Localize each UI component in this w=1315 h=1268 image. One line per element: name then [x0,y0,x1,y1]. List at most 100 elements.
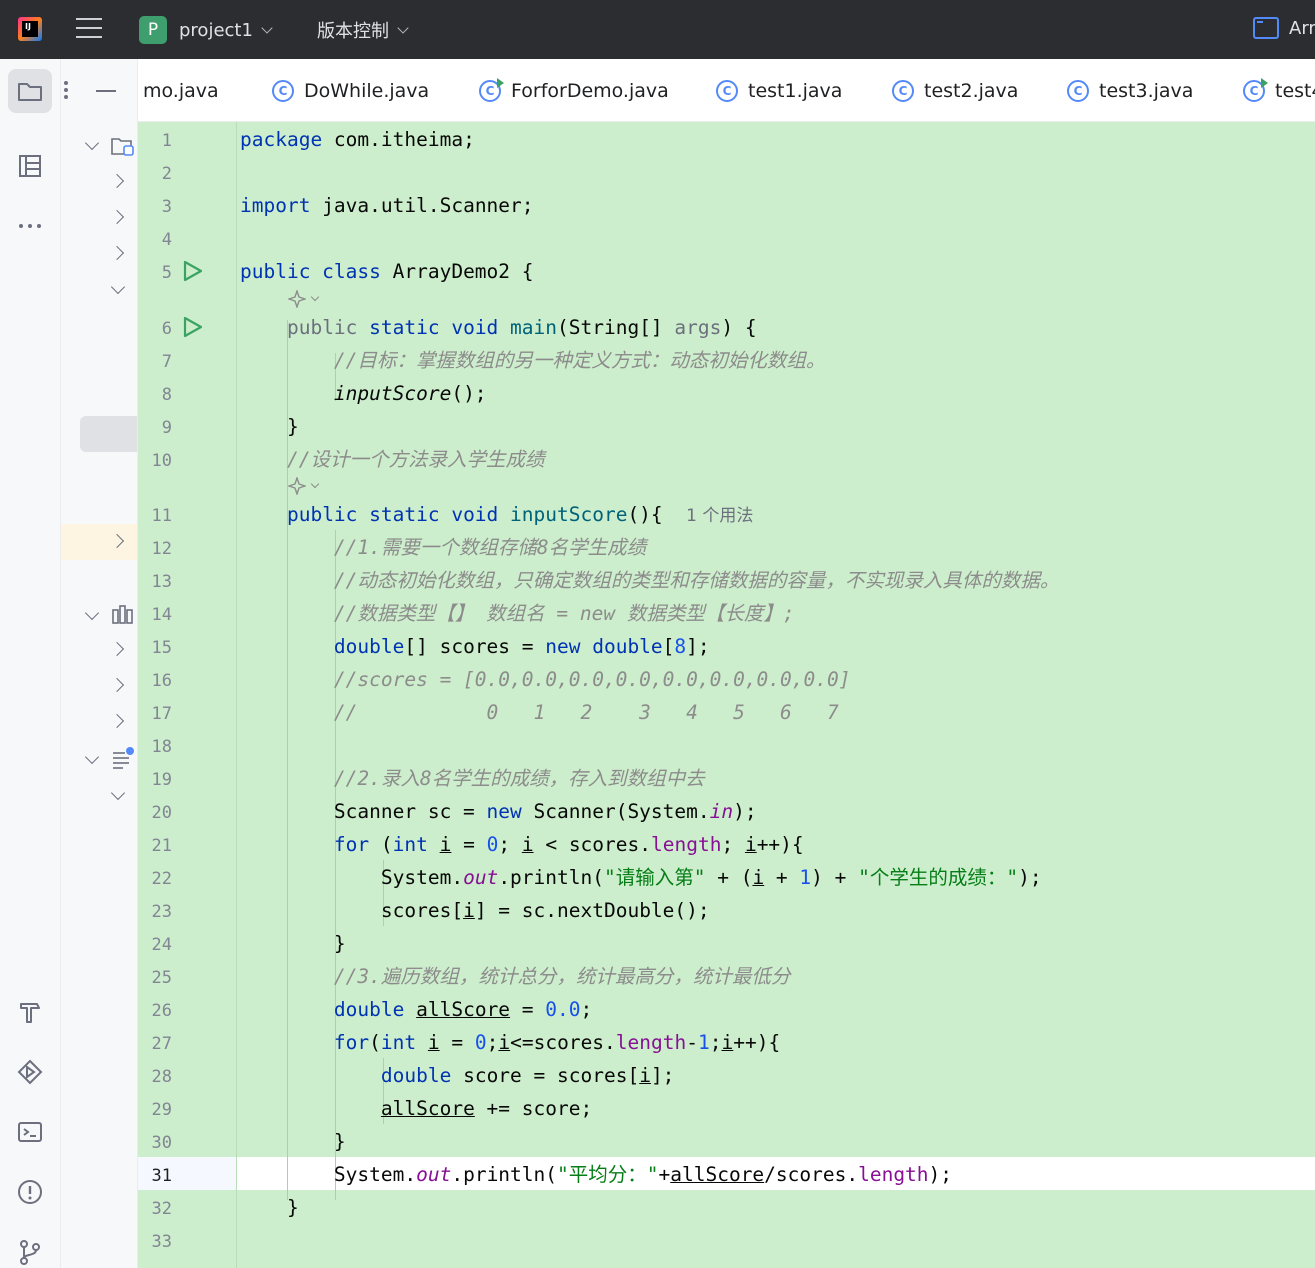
code-line-11[interactable]: public static void inputScore(){ 1 个用法 [240,498,753,531]
code-line-6[interactable]: public static void main(String[] args) { [240,311,757,344]
tab-item[interactable]: C test3.java [1067,77,1193,105]
line-number: 9 [161,418,172,438]
tree-collapse-icon[interactable] [109,245,125,261]
runnable-class-icon: C [1243,78,1268,102]
line-number: 5 [161,263,172,283]
project-panel [61,59,138,1268]
code-line-15[interactable]: double[] scores = new double[8]; [240,630,710,663]
tab-label: test4 [1275,80,1315,102]
code-line-32[interactable]: } [240,1191,299,1224]
line-number: 1 [161,131,172,151]
line-number: 17 [151,704,172,724]
ai-assistant-hint[interactable] [288,474,320,498]
services-tool-button[interactable] [8,1050,52,1094]
code-line-22[interactable]: System.out.println("请输入第" + (i + 1) + "个… [240,861,1042,894]
line-number: 30 [151,1133,172,1153]
tree-collapse-icon[interactable] [109,209,125,225]
line-number: 12 [151,539,172,559]
tab-item[interactable]: C DoWhile.java [272,77,429,105]
tree-expand-icon[interactable] [84,135,100,151]
line-number: 15 [151,638,172,658]
run-main-icon[interactable] [182,316,204,338]
code-line-31[interactable]: System.out.println("平均分："+allScore/score… [240,1158,952,1191]
line-number: 28 [151,1067,172,1087]
code-line-27[interactable]: for(int i = 0;i<=scores.length-1;i++){ [240,1026,780,1059]
tab-item[interactable]: C ForforDemo.java [479,77,669,105]
tab-label: test2.java [924,80,1019,102]
minimize-panel-icon[interactable] [96,90,116,92]
code-line-1[interactable]: package com.itheima; [240,123,475,156]
tree-expand-icon[interactable] [110,785,126,801]
run-configuration[interactable]: Arr [1253,17,1315,39]
code-line-7[interactable]: //目标：掌握数组的另一种定义方式：动态初始化数组。 [240,344,825,377]
code-line-5[interactable]: public class ArrayDemo2 { [240,255,534,288]
code-line-28[interactable]: double score = scores[i]; [240,1059,675,1092]
code-line-25[interactable]: //3.遍历数组，统计总分，统计最高分，统计最低分 [240,960,790,993]
line-number: 18 [151,737,172,757]
code-line-24[interactable]: } [240,927,346,960]
tree-collapse-icon[interactable] [109,641,125,657]
code-line-23[interactable]: scores[i] = sc.nextDouble(); [240,894,710,927]
run-class-icon[interactable] [182,260,204,282]
tree-expand-icon[interactable] [84,605,100,621]
problems-icon [18,1180,42,1204]
ai-spark-icon [288,477,306,495]
intellij-logo-icon[interactable]: IJ [18,17,42,41]
code-line-30[interactable]: } [240,1125,346,1158]
code-line-21[interactable]: for (int i = 0; i < scores.length; i++){ [240,828,804,861]
tab-item[interactable]: C test1.java [716,77,842,105]
line-number: 11 [151,506,172,526]
line-number-gutter[interactable]: 1 2 3 4 5 6 7 8 9 10 11 12 13 14 15 16 17 18 19 20 21 22 23 24 2… [138,122,237,1268]
tree-collapse-icon[interactable] [109,677,125,693]
code-line-19[interactable]: //2.录入8名学生的成绩，存入到数组中去 [240,762,705,795]
ai-assistant-hint[interactable] [288,287,320,311]
code-line-12[interactable]: //1.需要一个数组存储8名学生成绩 [240,531,646,564]
tree-row-selected[interactable] [80,416,137,452]
code-line-3[interactable]: import java.util.Scanner; [240,189,534,222]
hammer-icon [20,1003,40,1023]
tree-expand-icon[interactable] [84,749,100,765]
code-line-14[interactable]: //数据类型【】 数组名 = new 数据类型【长度】; [240,597,795,630]
tree-row-highlighted[interactable] [61,524,137,560]
class-icon: C [1067,80,1089,102]
code-line-16[interactable]: //scores = [0.0,0.0,0.0,0.0,0.0,0.0,0.0,… [240,663,851,696]
tree-collapse-icon[interactable] [109,713,125,729]
tab-label: ForforDemo.java [511,80,669,102]
line-number: 22 [151,869,172,889]
panel-options-icon[interactable] [64,81,68,102]
git-branch-icon [20,1240,40,1265]
usages-hint[interactable]: 1 个用法 [686,506,753,526]
code-line-26[interactable]: double allScore = 0.0; [240,993,592,1026]
code-line-8[interactable]: inputScore(); [240,377,487,410]
line-number: 31 [151,1166,172,1186]
tree-collapse-icon[interactable] [109,173,125,189]
code-line-10[interactable]: //设计一个方法录入学生成绩 [240,443,544,476]
line-number: 24 [151,935,172,955]
project-tool-button[interactable] [8,69,52,113]
vcs-menu[interactable]: 版本控制 [317,15,409,45]
code-line-9[interactable]: } [240,410,299,443]
more-horizontal-icon [19,224,41,228]
project-switcher[interactable]: P project1 [139,15,273,45]
class-icon: C [272,80,294,102]
code-line-20[interactable]: Scanner sc = new Scanner(System.in); [240,795,757,828]
main-menu-icon[interactable] [76,18,102,40]
terminal-tool-button[interactable] [8,1110,52,1154]
code-line-13[interactable]: //动态初始化数组，只确定数组的类型和存储数据的容量，不实现录入具体的数据。 [240,564,1059,597]
more-tools-button[interactable] [8,204,52,248]
code-line-17[interactable]: // 0 1 2 3 4 5 6 7 [240,696,839,729]
problems-tool-button[interactable] [8,1170,52,1214]
code-editor[interactable]: 1 2 3 4 5 6 7 8 9 10 11 12 13 14 15 16 17 18 19 20 21 22 23 24 2… [138,122,1315,1268]
module-folder-icon [111,138,134,156]
tab-item[interactable]: C test4 [1243,77,1315,105]
code-line-29[interactable]: allScore += score; [240,1092,592,1125]
line-number: 33 [151,1232,172,1252]
build-tool-button[interactable] [8,990,52,1034]
structure-tool-button[interactable] [8,144,52,188]
tab-item[interactable]: C test2.java [892,77,1018,105]
git-tool-button[interactable] [8,1230,52,1268]
tree-expand-icon[interactable] [110,279,126,295]
ai-spark-icon [288,290,306,308]
line-number: 3 [161,197,172,217]
tab-item[interactable]: mo.java [143,77,219,105]
